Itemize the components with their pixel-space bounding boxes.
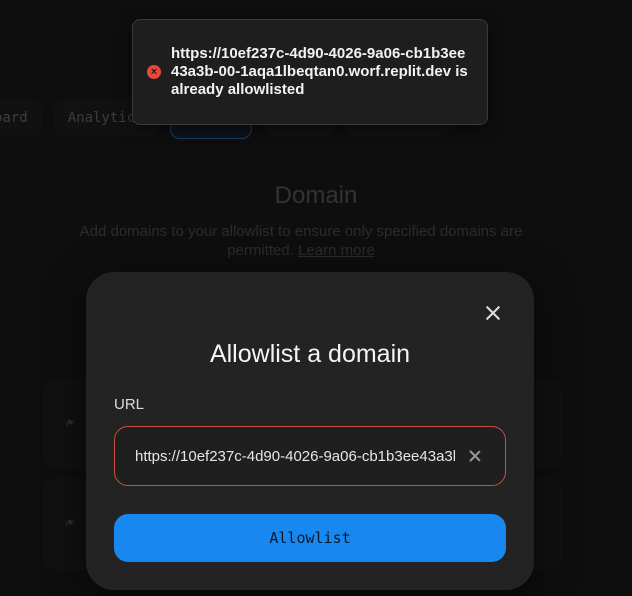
- error-toast: × https://10ef237c-4d90-4026-9a06-cb1b3e…: [132, 19, 488, 125]
- toast-message: https://10ef237c-4d90-4026-9a06-cb1b3ee4…: [171, 45, 468, 98]
- error-icon: ×: [147, 65, 161, 79]
- allowlist-button[interactable]: Allowlist: [114, 514, 506, 562]
- dialog-title: Allowlist a domain: [209, 340, 411, 368]
- url-input[interactable]: [135, 447, 455, 465]
- url-field[interactable]: [114, 426, 506, 486]
- clear-icon[interactable]: [469, 450, 481, 462]
- url-label: URL: [114, 396, 145, 413]
- close-icon[interactable]: [484, 304, 502, 322]
- allowlist-dialog: Allowlist a domain URL Allowlist: [86, 272, 534, 590]
